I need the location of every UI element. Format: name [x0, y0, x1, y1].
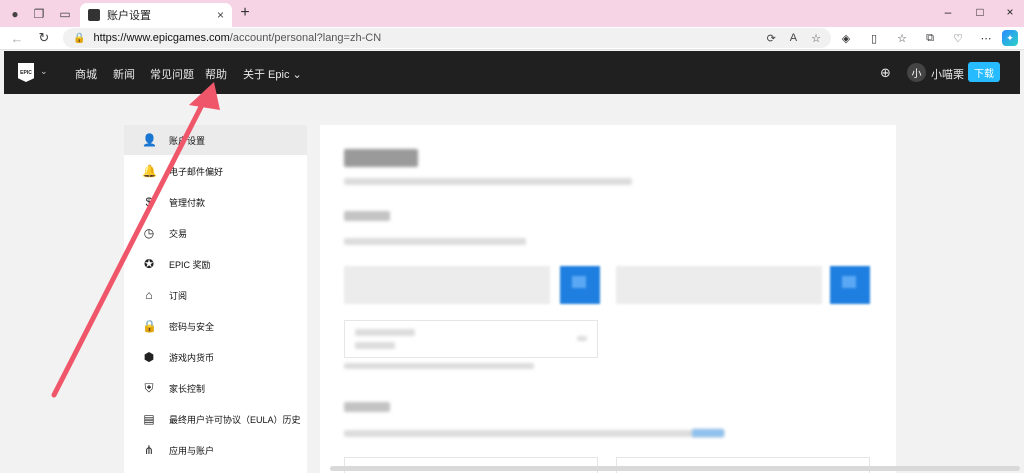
collections-icon[interactable]: ⧉ [922, 30, 938, 46]
nav-link-news[interactable]: 新闻 [113, 66, 135, 82]
sidebar-item-label: 最终用户许可协议（EULA）历史 [169, 414, 301, 425]
blurred-section-title [344, 402, 390, 412]
sidebar-item-label: 电子邮件偏好 [169, 166, 224, 177]
document-icon: ▤ [143, 412, 155, 426]
browser-tab[interactable]: 账户设置 × [80, 3, 232, 27]
shield-icon: ⛨ [144, 380, 154, 395]
split-screen-icon[interactable]: ▯ [866, 30, 882, 46]
epic-logo[interactable]: EPIC [18, 63, 34, 82]
blurred-intro-text [344, 178, 632, 185]
account-settings-panel [320, 125, 896, 473]
blurred-card-text [355, 329, 415, 336]
sidebar-item-label: 密码与安全 [169, 321, 215, 332]
blurred-edit-button[interactable] [560, 266, 600, 304]
tab-close-icon[interactable]: × [217, 8, 224, 22]
sidebar-item[interactable]: ◷ 交易 [124, 218, 307, 248]
account-page: 👤 账户设置 🔔 电子邮件偏好 $ 管理付款 ◷ 交易 ✪ EPIC 奖励 ⌂ 订阅 🔒 密码与安全 ⬢ 游戏… [4, 94, 1020, 473]
address-bar-row: ← ↻ 🔒 https://www.epicgames.com/account/… [0, 27, 1024, 50]
epic-favicon-icon [88, 9, 100, 21]
refresh-icon[interactable]: ↻ [35, 29, 53, 47]
nav-link-faq[interactable]: 常见问题 [150, 66, 194, 82]
account-sidebar: 👤 账户设置 🔔 电子邮件偏好 $ 管理付款 ◷ 交易 ✪ EPIC 奖励 ⌂ 订阅 🔒 密码与安全 ⬢ 游戏… [124, 125, 307, 473]
translate-icon[interactable]: ⟳ [767, 32, 776, 45]
chevron-down-icon: ⌄ [292, 69, 302, 81]
avatar[interactable]: 小 [907, 63, 926, 82]
sidebar-item-label: 交易 [169, 228, 188, 239]
bell-icon: 🔔 [142, 164, 157, 178]
blurred-card[interactable] [344, 320, 598, 358]
blurred-field[interactable] [344, 266, 550, 304]
sidebar-item[interactable]: ⌂ 订阅 [124, 280, 307, 310]
nav-link-store[interactable]: 商城 [75, 66, 97, 82]
blurred-section-desc [344, 238, 526, 245]
currency-icon: ⬢ [143, 350, 155, 364]
reward-icon: ✪ [143, 257, 155, 271]
copilot-icon[interactable]: ✦ [1002, 30, 1018, 46]
sidebar-item-label: 应用与账户 [169, 445, 215, 456]
lock-icon: 🔒 [142, 319, 157, 333]
sidebar-item[interactable]: ⛨ 家长控制 [124, 373, 307, 403]
sidebar-item[interactable]: 👤 账户设置 [124, 125, 307, 155]
new-tab-button[interactable]: + [236, 4, 254, 22]
person-icon: 👤 [142, 133, 157, 147]
subscription-icon: ⌂ [145, 288, 153, 302]
blurred-link[interactable] [692, 429, 724, 437]
blurred-heading [344, 149, 418, 167]
sidebar-item-label: 游戏内货币 [169, 352, 215, 363]
blurred-edit-button[interactable] [830, 266, 870, 304]
nav-link-about[interactable]: 关于 Epic ⌄ [243, 66, 302, 82]
sidebar-item-label: 订阅 [169, 290, 188, 301]
blurred-card-text [355, 342, 395, 349]
window-close-button[interactable]: × [998, 3, 1022, 21]
sidebar-item[interactable]: ▤ 最终用户许可协议（EULA）历史 [124, 404, 307, 434]
browser-tab-strip: ● ❐ ▭ 账户设置 × + – □ × [0, 0, 1024, 27]
site-info-icon[interactable]: 🔒 [73, 33, 85, 44]
favorite-star-icon[interactable]: ☆ [811, 32, 821, 45]
globe-icon[interactable]: ⊕ [880, 65, 891, 81]
sidebar-item-label: 家长控制 [169, 383, 206, 394]
sidebar-item[interactable]: 🔔 电子邮件偏好 [124, 156, 307, 186]
blurred-note [344, 363, 534, 369]
blurred-section-title [344, 211, 390, 221]
sidebar-item-label: 管理付款 [169, 197, 206, 208]
back-icon[interactable]: ← [8, 29, 26, 47]
chevron-down-icon[interactable]: ⌄ [40, 66, 48, 77]
profile-icon[interactable]: ● [6, 5, 24, 23]
url-text: https://www.epicgames.com/account/person… [93, 32, 382, 44]
workspaces-icon[interactable]: ❐ [30, 5, 48, 23]
sidebar-item[interactable]: $ 管理付款 [124, 187, 307, 217]
username[interactable]: 小喵栗 [931, 66, 964, 82]
favorites-icon[interactable]: ☆ [894, 30, 910, 46]
dollar-icon: $ [145, 195, 153, 209]
apps-icon: ⋔ [143, 443, 155, 457]
sidebar-item[interactable]: ⬢ 游戏内货币 [124, 342, 307, 372]
blurred-section-desc [344, 430, 724, 437]
minimize-button[interactable]: – [936, 3, 960, 21]
browser-essentials-icon[interactable]: ♡ [950, 30, 966, 46]
download-button[interactable]: 下载 [968, 62, 1000, 82]
read-aloud-icon[interactable]: A [790, 32, 797, 44]
clock-icon: ◷ [143, 226, 155, 240]
sidebar-item[interactable]: 🔒 密码与安全 [124, 311, 307, 341]
tab-actions-icon[interactable]: ▭ [56, 5, 74, 23]
maximize-button[interactable]: □ [968, 3, 992, 21]
extension-icon[interactable]: ◈ [838, 30, 854, 46]
tab-title: 账户设置 [107, 10, 151, 22]
sidebar-item[interactable]: ✪ EPIC 奖励 [124, 249, 307, 279]
epic-top-nav: EPIC ⌄ 商城 新闻 常见问题 帮助 关于 Epic ⌄ ⊕ 小 小喵栗 下… [4, 51, 1020, 94]
nav-link-help[interactable]: 帮助 [205, 66, 227, 82]
address-bar[interactable]: 🔒 https://www.epicgames.com/account/pers… [63, 28, 831, 48]
sidebar-item-label: EPIC 奖励 [169, 259, 211, 270]
sidebar-item[interactable]: ⋔ 应用与账户 [124, 435, 307, 465]
more-menu-icon[interactable]: ⋯ [978, 30, 994, 46]
horizontal-scrollbar[interactable] [330, 466, 1020, 471]
sidebar-item-label: 账户设置 [169, 135, 206, 146]
blurred-field[interactable] [616, 266, 822, 304]
blurred-card-text [577, 336, 587, 341]
